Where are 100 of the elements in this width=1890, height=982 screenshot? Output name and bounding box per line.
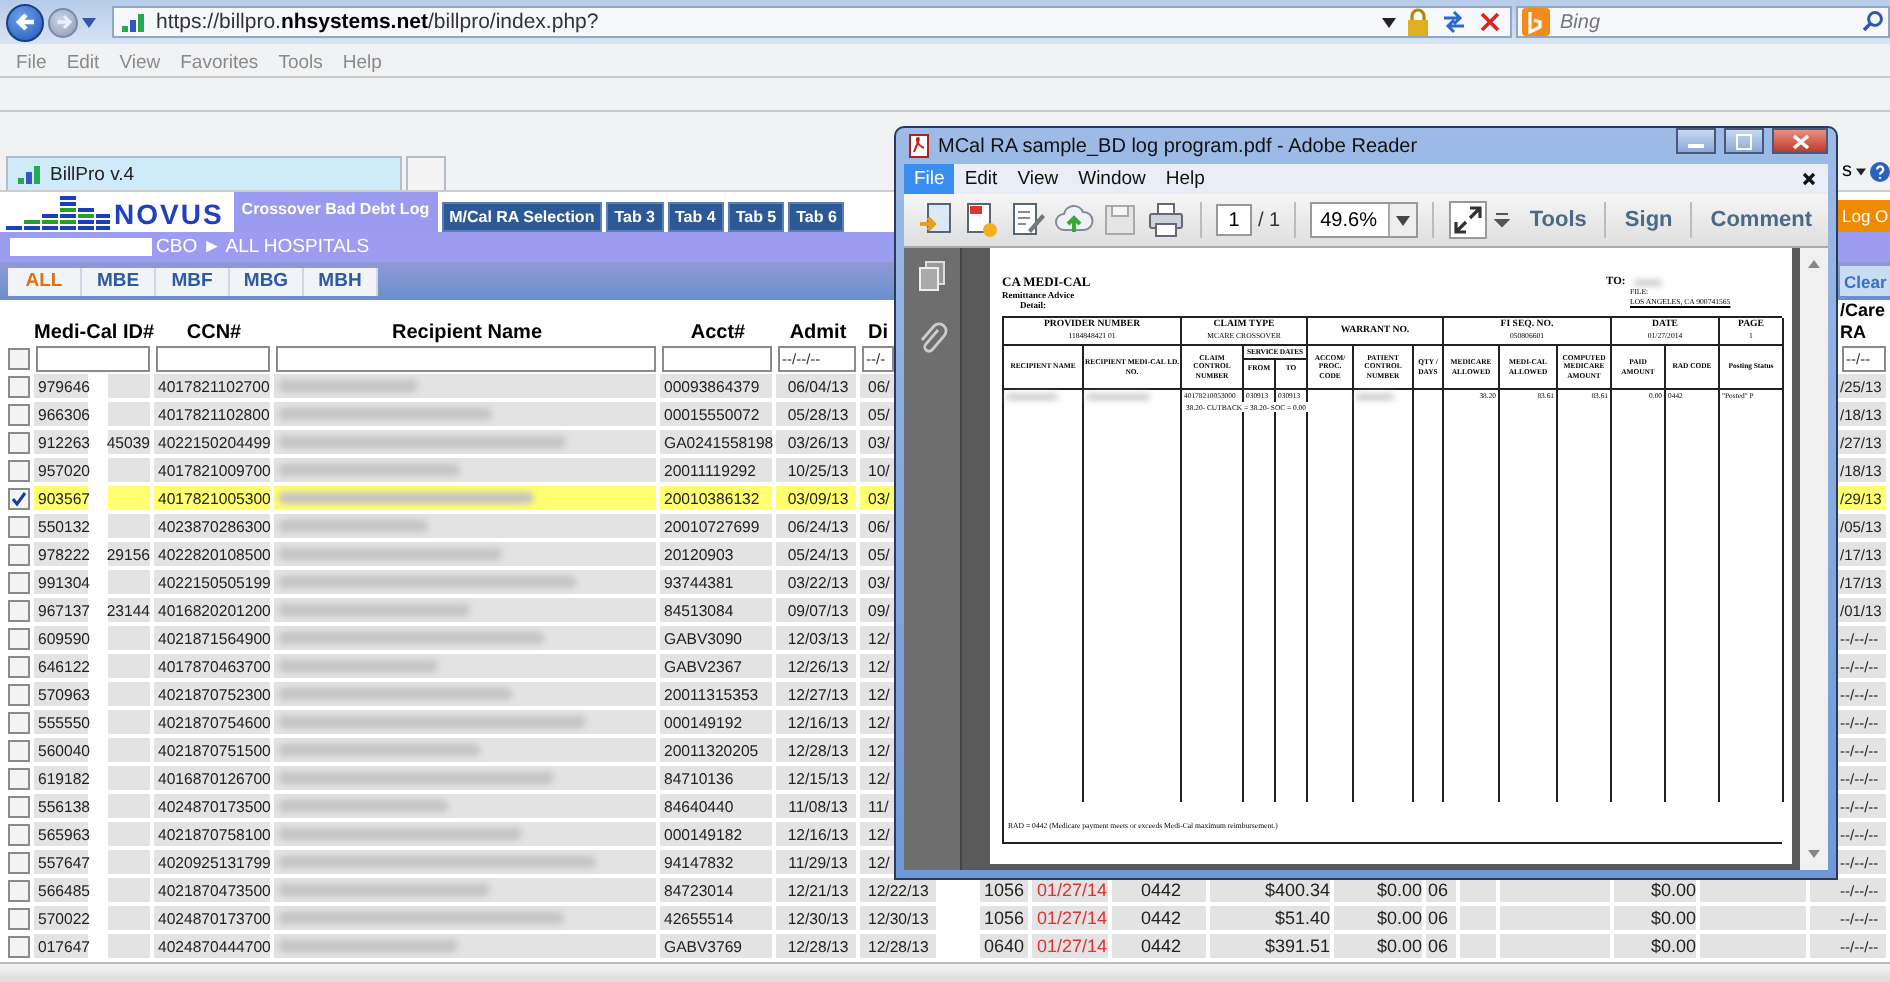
hospital-tab[interactable]: MBH: [304, 267, 378, 295]
back-button[interactable]: [6, 3, 44, 41]
close-button[interactable]: [1772, 128, 1828, 154]
app-tab[interactable]: M/Cal RA Selection: [441, 202, 603, 232]
create-pdf-icon[interactable]: [962, 200, 1002, 240]
maximize-button[interactable]: [1724, 128, 1764, 154]
table-cell: $0.00: [1334, 906, 1426, 934]
table-cell: [108, 514, 154, 542]
filter-field[interactable]: [662, 346, 772, 372]
app-tab[interactable]: Tab 6: [788, 202, 845, 232]
close-icon: [1791, 133, 1809, 149]
table-cell: [1700, 906, 1810, 934]
menu-item[interactable]: File: [904, 164, 955, 194]
menu-item[interactable]: View: [1007, 164, 1069, 194]
hospital-tab[interactable]: MBE: [82, 267, 156, 295]
pages-icon[interactable]: [916, 260, 948, 292]
table-cell: 06: [1426, 906, 1460, 934]
lock-icon[interactable]: [1406, 8, 1430, 36]
row-checkbox[interactable]: [8, 571, 30, 593]
table-cell: 1056: [980, 878, 1032, 906]
row-checkbox[interactable]: [8, 599, 30, 621]
row-checkbox[interactable]: [8, 795, 30, 817]
vertical-scrollbar[interactable]: [1800, 248, 1828, 870]
row-checkbox[interactable]: [8, 907, 30, 929]
row-checkbox[interactable]: [8, 543, 30, 565]
menu-item[interactable]: Help: [1155, 164, 1215, 194]
menu-item[interactable]: Window: [1068, 164, 1156, 194]
caret-icon[interactable]: [1856, 167, 1866, 175]
row-checkbox[interactable]: [8, 739, 30, 761]
menu-item[interactable]: Edit: [954, 164, 1008, 194]
table-cell: [108, 654, 154, 682]
row-checkbox[interactable]: [8, 459, 30, 481]
help-icon[interactable]: [1870, 161, 1890, 181]
zoom-field[interactable]: 49.6%: [1310, 202, 1419, 238]
edit-document-icon[interactable]: [1008, 200, 1048, 240]
menu-item[interactable]: View: [109, 51, 171, 73]
search-field[interactable]: Bing: [1516, 6, 1890, 38]
row-checkbox[interactable]: [8, 879, 30, 901]
table-cell: 06: [1426, 878, 1460, 906]
table-cell: [108, 850, 154, 878]
filter-field[interactable]: [156, 346, 270, 372]
check-icon: [10, 489, 28, 507]
column-header: CCN#: [184, 322, 244, 344]
app-tab[interactable]: Tab 5: [727, 202, 785, 232]
close-icon[interactable]: [1802, 172, 1816, 186]
row-checkbox[interactable]: [8, 683, 30, 705]
browser-tab[interactable]: BillPro v.4: [6, 156, 402, 190]
toolbar-button[interactable]: Tools: [1525, 208, 1591, 232]
row-checkbox[interactable]: [8, 823, 30, 845]
row-checkbox[interactable]: [8, 935, 30, 957]
table-cell: [1700, 934, 1810, 962]
address-bar[interactable]: https://billpro.nhsystems.net/billpro/index.php?: [112, 6, 1512, 38]
filter-field[interactable]: [36, 346, 150, 372]
horizontal-scrollbar[interactable]: [0, 962, 1890, 982]
row-checkbox[interactable]: [8, 431, 30, 453]
dropdown-button[interactable]: [1388, 204, 1417, 236]
new-tab-button[interactable]: [406, 156, 446, 190]
row-checkbox[interactable]: [8, 403, 30, 425]
row-checkbox[interactable]: [8, 627, 30, 649]
app-tab[interactable]: Tab 3: [606, 202, 664, 232]
table-cell: [108, 626, 154, 654]
row-checkbox[interactable]: [8, 655, 30, 677]
hospital-tab[interactable]: MBF: [156, 267, 230, 295]
minimize-button[interactable]: [1676, 128, 1716, 154]
table-cell: [1460, 934, 1500, 962]
row-checkbox[interactable]: [8, 375, 30, 397]
table-cell: $51.40: [1210, 906, 1334, 934]
table-cell: 01/27/14: [1032, 906, 1112, 934]
row-checkbox[interactable]: [8, 767, 30, 789]
logo-bars-drawing: [6, 192, 110, 232]
search-icon[interactable]: [1862, 10, 1884, 32]
table-cell: [108, 570, 154, 598]
blurred-name: [278, 380, 418, 392]
more-tools-icon[interactable]: [1494, 212, 1511, 228]
row-checkbox[interactable]: [8, 487, 30, 509]
toolbar-button[interactable]: Comment: [1706, 208, 1816, 232]
forward-button[interactable]: [48, 7, 78, 37]
hospital-tab[interactable]: MBG: [230, 267, 304, 295]
filter-field[interactable]: [276, 346, 656, 372]
page-number-field[interactable]: 1: [1216, 204, 1252, 236]
clear-button[interactable]: Clear: [1840, 266, 1890, 296]
toolbar-button[interactable]: Sign: [1620, 208, 1677, 232]
refresh-icon[interactable]: [1440, 10, 1468, 34]
table-cell: [108, 766, 154, 794]
select-all-checkbox[interactable]: [8, 348, 30, 370]
table-cell: 01/27/14: [1032, 878, 1112, 906]
table-cell: [1700, 878, 1810, 906]
logo-text: NOVUS: [114, 198, 224, 232]
paperclip-icon[interactable]: [916, 320, 948, 356]
app-tab[interactable]: Tab 4: [667, 202, 724, 232]
tools-menu[interactable]: s: [1842, 160, 1852, 182]
row-checkbox[interactable]: [8, 851, 30, 873]
fit-page-icon[interactable]: [1448, 200, 1489, 240]
row-checkbox[interactable]: [8, 515, 30, 537]
table-cell: [108, 794, 154, 822]
table-cell: $391.51: [1210, 934, 1334, 962]
row-checkbox[interactable]: [8, 711, 30, 733]
url-text[interactable]: https://billpro.nhsystems.net/billpro/index.php?: [156, 10, 599, 34]
caret-icon[interactable]: [1382, 17, 1396, 27]
print-icon[interactable]: [1146, 200, 1186, 240]
